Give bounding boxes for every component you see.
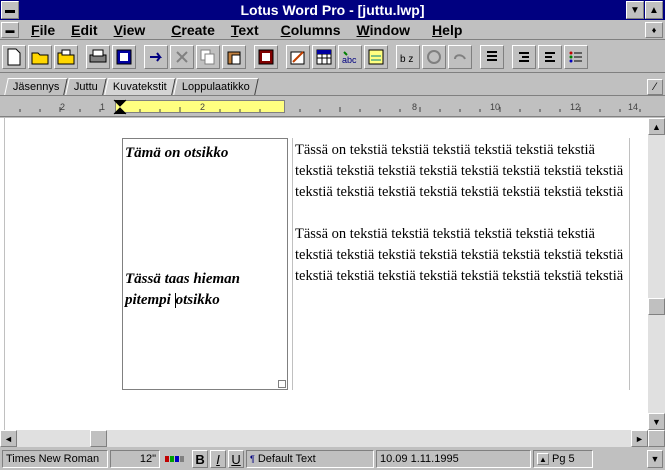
frame-icon[interactable]	[254, 44, 278, 69]
font-name-field[interactable]: Times New Roman	[2, 450, 108, 468]
heading-1: Tämä on otsikko	[125, 145, 229, 161]
copy-icon[interactable]	[196, 44, 220, 69]
undo-icon[interactable]	[144, 44, 168, 69]
status-bar: Times New Roman 12" B I U ¶ Default Text…	[0, 448, 665, 470]
menu-create[interactable]: Create	[153, 22, 223, 38]
page-nav-icon[interactable]: ▼	[647, 450, 663, 468]
ruler-label: 2	[60, 102, 66, 112]
horizontal-scrollbar[interactable]: ◄ ►	[0, 430, 648, 447]
scroll-thumb[interactable]	[648, 298, 665, 315]
ruler-label: 1	[100, 102, 106, 112]
tab-kuvatekstit[interactable]: Kuvatekstit	[104, 78, 176, 95]
menu-columns[interactable]: Columns	[267, 22, 349, 38]
tab-loppulaatikko[interactable]: Loppulaatikko	[173, 78, 259, 95]
menu-view[interactable]: View	[106, 22, 154, 38]
cut-icon[interactable]	[170, 44, 194, 69]
color-swatch-icon[interactable]	[162, 450, 190, 468]
ruler-label: 2	[200, 102, 206, 112]
heading-column[interactable]: Tämä on otsikko Tässä taas hieman pitemp…	[122, 138, 288, 390]
title-bar: ▬ Lotus Word Pro - [juttu.lwp] ▼ ▲	[0, 0, 665, 20]
menu-file[interactable]: File	[23, 22, 63, 38]
window-title: Lotus Word Pro - [juttu.lwp]	[240, 2, 425, 18]
print-icon[interactable]	[86, 44, 110, 69]
page-up-icon[interactable]: ▲	[537, 453, 549, 465]
paste-icon[interactable]	[222, 44, 246, 69]
menu-window[interactable]: Window	[349, 22, 419, 38]
tab-juttu[interactable]: Juttu	[65, 78, 108, 95]
align-icon[interactable]	[480, 44, 504, 69]
frame-resize-handle[interactable]	[278, 380, 286, 388]
italic-button[interactable]: I	[210, 450, 226, 468]
maximize-icon[interactable]: ▲	[645, 1, 663, 19]
scroll-up-icon[interactable]: ▲	[648, 118, 665, 135]
date-time-field[interactable]: 10.09 1.11.1995	[376, 450, 531, 468]
bold-button[interactable]: B	[192, 450, 208, 468]
paragraph: Tässä on tekstiä tekstiä tekstiä tekstiä…	[295, 226, 624, 284]
scroll-right-icon[interactable]: ►	[631, 430, 648, 447]
hscroll-thumb[interactable]	[90, 430, 107, 447]
tab-jasennys[interactable]: Jäsennys	[4, 78, 69, 95]
paragraph: Tässä on tekstiä tekstiä tekstiä tekstiä…	[295, 142, 624, 200]
toolbar: abc b z	[0, 41, 665, 73]
indent-icon[interactable]	[512, 44, 536, 69]
spell-check-icon[interactable]: abc	[338, 44, 362, 69]
redo-icon[interactable]	[448, 44, 472, 69]
menu-help[interactable]: Help	[418, 22, 470, 38]
ruler-label: 12	[570, 102, 581, 112]
tab-options-icon[interactable]: ⁄	[647, 79, 663, 95]
chart-icon[interactable]	[364, 44, 388, 69]
ruler-label: 10	[490, 102, 501, 112]
svg-text:b z: b z	[400, 54, 413, 65]
page-field[interactable]: ▲ Pg 5	[533, 450, 593, 468]
document-menu-icon[interactable]: ▬	[1, 21, 19, 38]
table-icon[interactable]	[312, 44, 336, 69]
scroll-down-icon[interactable]: ▼	[648, 413, 665, 430]
preview-icon[interactable]	[112, 44, 136, 69]
ruler-label: 14	[628, 102, 639, 112]
save-icon[interactable]	[54, 44, 78, 69]
scroll-corner	[648, 430, 665, 447]
ruler[interactable]: 2 1 2 8 10 12 14	[0, 97, 665, 117]
scroll-left-icon[interactable]: ◄	[0, 430, 17, 447]
open-folder-icon[interactable]	[28, 44, 52, 69]
font-size-field[interactable]: 12"	[110, 450, 160, 468]
body-column[interactable]: Tässä on tekstiä tekstiä tekstiä tekstiä…	[292, 138, 630, 390]
underline-button[interactable]: U	[228, 450, 244, 468]
new-document-icon[interactable]	[2, 44, 26, 69]
paragraph-style-icon: ¶	[250, 454, 255, 464]
outdent-icon[interactable]	[538, 44, 562, 69]
ruler-label: 8	[412, 102, 418, 112]
vertical-scrollbar[interactable]: ▲ ▼	[648, 118, 665, 430]
restore-icon[interactable]: ♦	[645, 21, 663, 38]
menu-edit[interactable]: Edit	[63, 22, 105, 38]
heading-2: Tässä taas hieman pitempi otsikko	[125, 271, 241, 309]
bullets-icon[interactable]	[564, 44, 588, 69]
svg-text:abc: abc	[342, 55, 357, 65]
menu-bar: ▬ File Edit View Create Text Columns Win…	[0, 20, 665, 40]
style-icon[interactable]: b z	[396, 44, 420, 69]
minimize-icon[interactable]: ▼	[626, 1, 644, 19]
system-menu-icon[interactable]: ▬	[1, 1, 19, 19]
menu-text[interactable]: Text	[223, 22, 267, 38]
division-tabs: Jäsennys Juttu Kuvatekstit Loppulaatikko…	[0, 74, 665, 96]
fast-format-icon[interactable]	[422, 44, 446, 69]
draw-icon[interactable]	[286, 44, 310, 69]
style-field[interactable]: ¶ Default Text	[246, 450, 374, 468]
